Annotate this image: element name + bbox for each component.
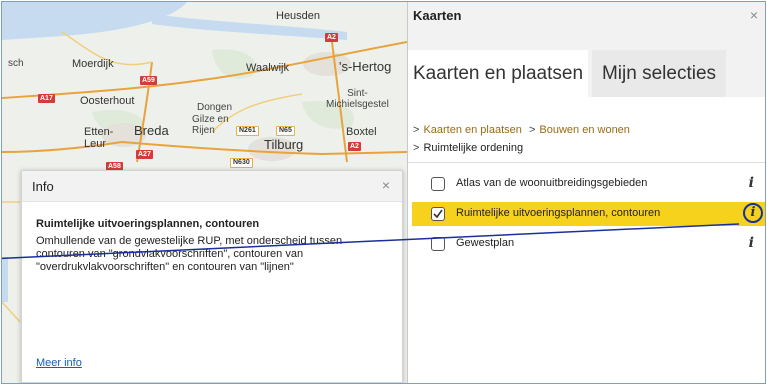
road-shield: A2 bbox=[348, 142, 361, 151]
map-label-gilze-en-rijen: Gilze en Rijen bbox=[192, 114, 229, 136]
info-popup: Info × Ruimtelijke uitvoeringsplannen, c… bbox=[21, 170, 403, 383]
road-shield: A27 bbox=[136, 150, 153, 159]
screenshot-frame: sch Heusden Moerdijk Waalwijk 's-Hertog … bbox=[1, 1, 766, 384]
info-icon[interactable]: i bbox=[749, 175, 754, 191]
tab-bar: Kaarten en plaatsen Mijn selecties bbox=[408, 44, 765, 97]
layer-label: Atlas van de woonuitbreidingsgebieden bbox=[456, 177, 648, 189]
map-label-waalwijk: Waalwijk bbox=[246, 62, 289, 74]
road-shield: N630 bbox=[230, 158, 253, 168]
tab-kaarten-en-plaatsen[interactable]: Kaarten en plaatsen bbox=[408, 50, 588, 97]
map-label-sint-michielsgestel: Sint- Michielsgestel bbox=[326, 88, 389, 110]
breadcrumb: > Kaarten en plaatsen > Bouwen en wonen bbox=[413, 124, 630, 136]
road-shield: A2 bbox=[325, 33, 338, 42]
info-popup-heading: Ruimtelijke uitvoeringsplannen, contoure… bbox=[36, 218, 260, 230]
breadcrumb-bouwen-en-wonen[interactable]: Bouwen en wonen bbox=[539, 124, 630, 136]
map-label-boxtel: Boxtel bbox=[346, 126, 377, 138]
layer-row[interactable]: Atlas van de woonuitbreidingsgebieden i bbox=[412, 172, 765, 196]
layer-row-selected[interactable]: Ruimtelijke uitvoeringsplannen, contoure… bbox=[412, 202, 765, 226]
road-shield: N65 bbox=[276, 126, 295, 136]
map-label-heusden: Heusden bbox=[276, 10, 321, 22]
layer-row[interactable]: Gewestplan i bbox=[412, 232, 765, 256]
checkmark-icon bbox=[433, 209, 443, 219]
map-label-etten-leur: Etten- Leur bbox=[84, 126, 114, 150]
map-label-tilburg: Tilburg bbox=[264, 137, 304, 152]
road-shield: A59 bbox=[140, 76, 157, 85]
map-label-sch: sch bbox=[8, 58, 24, 69]
close-icon[interactable]: × bbox=[750, 7, 758, 23]
breadcrumb-current: > Ruimtelijke ordening bbox=[413, 142, 523, 154]
more-info-link[interactable]: Meer info bbox=[36, 357, 82, 369]
road-shield: N261 bbox=[236, 126, 259, 136]
info-icon[interactable]: i bbox=[749, 235, 754, 251]
panel-title: Kaarten bbox=[413, 8, 462, 23]
map-label-shertogenbosch: 's-Hertog bbox=[339, 59, 392, 74]
divider bbox=[408, 162, 765, 163]
breadcrumb-separator: > bbox=[528, 124, 536, 136]
tab-mijn-selecties[interactable]: Mijn selecties bbox=[592, 50, 726, 97]
breadcrumb-ruimtelijke-ordening: Ruimtelijke ordening bbox=[423, 142, 524, 154]
info-icon[interactable]: i bbox=[743, 203, 763, 223]
info-popup-description: Omhullende van de gewestelijke RUP, met … bbox=[36, 235, 343, 273]
breadcrumb-kaarten-en-plaatsen[interactable]: Kaarten en plaatsen bbox=[423, 124, 521, 136]
road-shield: A17 bbox=[38, 94, 55, 103]
map-label-moerdijk: Moerdijk bbox=[72, 58, 114, 70]
info-popup-title: Info bbox=[32, 179, 54, 194]
breadcrumb-separator: > bbox=[413, 142, 420, 154]
map-label-dongen: Dongen bbox=[197, 102, 233, 113]
layer-checkbox-checked[interactable] bbox=[431, 207, 445, 221]
close-icon[interactable]: × bbox=[382, 177, 390, 193]
map-label-breda: Breda bbox=[134, 123, 169, 138]
layer-checkbox[interactable] bbox=[431, 177, 445, 191]
info-popup-header: Info × bbox=[22, 171, 402, 202]
layer-checkbox[interactable] bbox=[431, 237, 445, 251]
map-label-oosterhout: Oosterhout bbox=[80, 95, 135, 107]
maps-panel: Kaarten × Kaarten en plaatsen Mijn selec… bbox=[407, 2, 765, 383]
layer-label: Ruimtelijke uitvoeringsplannen, contoure… bbox=[456, 207, 661, 219]
layer-label: Gewestplan bbox=[456, 237, 515, 249]
panel-header: Kaarten × bbox=[408, 2, 765, 44]
map-view[interactable]: sch Heusden Moerdijk Waalwijk 's-Hertog … bbox=[2, 2, 407, 383]
breadcrumb-separator: > bbox=[413, 124, 420, 136]
